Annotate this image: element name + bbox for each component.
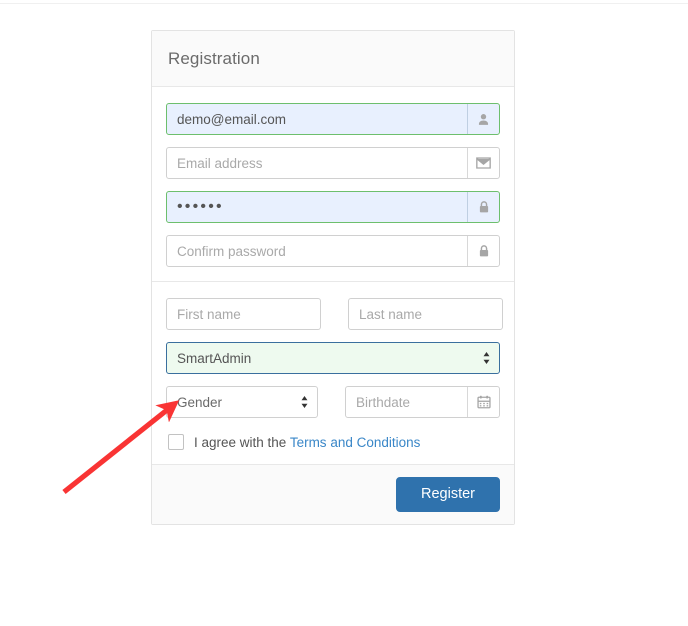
profile-details-section: SmartAdmin Gender — [152, 281, 514, 464]
password-input[interactable] — [167, 192, 467, 222]
last-name-input[interactable] — [349, 299, 502, 329]
birthdate-input[interactable] — [346, 387, 467, 417]
gender-select[interactable]: Gender — [166, 386, 318, 418]
username-field-group[interactable] — [166, 103, 500, 135]
terms-row[interactable]: I agree with the Terms and Conditions — [166, 434, 500, 450]
first-name-input[interactable] — [167, 299, 320, 329]
register-button[interactable]: Register — [396, 477, 500, 512]
card-header: Registration — [152, 31, 514, 87]
account-type-select[interactable]: SmartAdmin — [166, 342, 500, 374]
account-type-select-value: SmartAdmin — [177, 350, 252, 366]
gender-birthdate-row: Gender — [166, 386, 500, 418]
chevron-updown-icon — [473, 351, 499, 365]
user-icon — [467, 104, 499, 134]
last-name-field-group[interactable] — [348, 298, 503, 330]
page-top-divider — [0, 3, 688, 4]
lock-icon — [467, 192, 499, 222]
terms-checkbox[interactable] — [168, 434, 184, 450]
terms-prefix-text: I agree with the — [194, 434, 290, 450]
confirm-password-field-group[interactable] — [166, 235, 500, 267]
account-credentials-section — [152, 87, 514, 281]
lock-icon — [467, 236, 499, 266]
password-field-group[interactable] — [166, 191, 500, 223]
gender-select-value: Gender — [177, 394, 223, 410]
first-name-field-group[interactable] — [166, 298, 321, 330]
terms-and-conditions-link[interactable]: Terms and Conditions — [290, 435, 421, 450]
username-input[interactable] — [167, 104, 467, 134]
email-field-group[interactable] — [166, 147, 500, 179]
envelope-icon — [467, 148, 499, 178]
page-title: Registration — [168, 48, 260, 68]
confirm-password-input[interactable] — [167, 236, 467, 266]
calendar-icon — [467, 387, 499, 417]
chevron-updown-icon — [291, 395, 317, 409]
card-footer: Register — [152, 464, 514, 524]
birthdate-field-group[interactable] — [345, 386, 500, 418]
terms-label: I agree with the Terms and Conditions — [194, 435, 420, 450]
registration-card: Registration demo@email.com Email addres… — [151, 30, 515, 525]
email-input[interactable] — [167, 148, 467, 178]
name-row — [166, 298, 503, 330]
